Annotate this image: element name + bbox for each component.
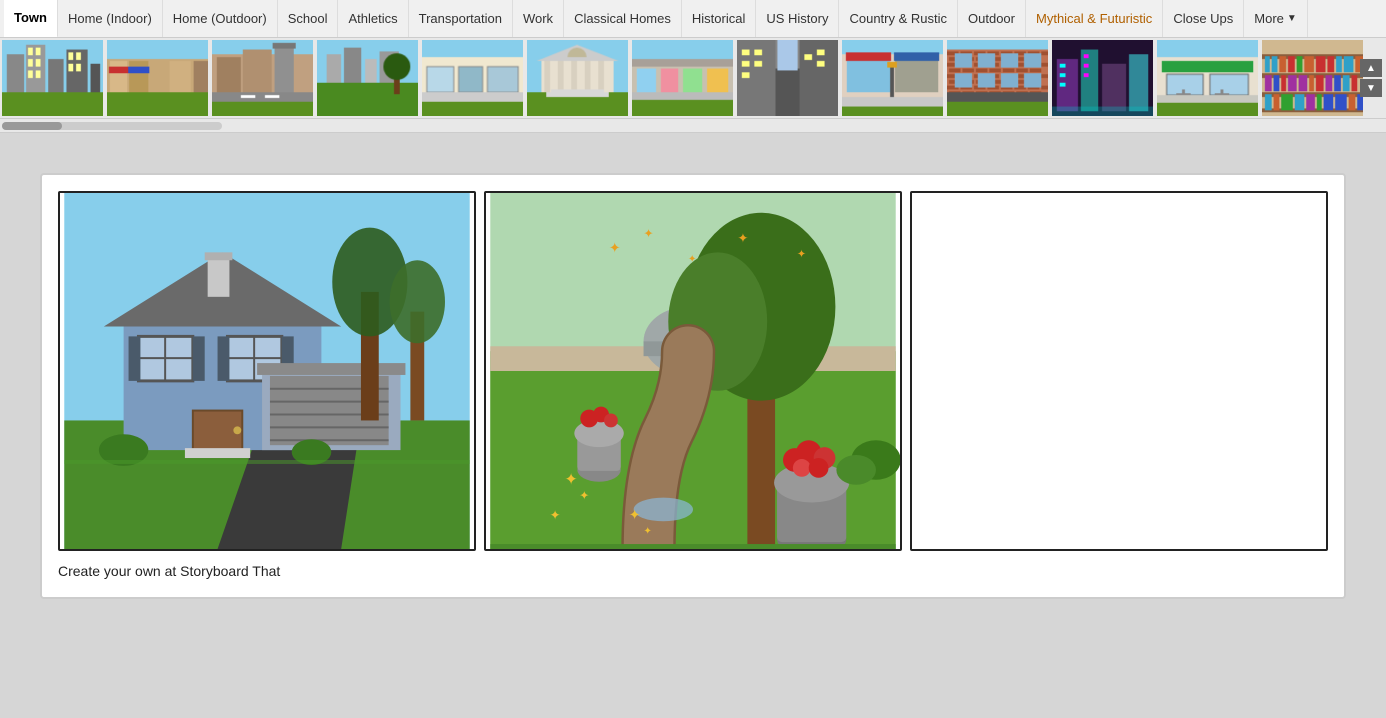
svg-text:✦: ✦ (738, 230, 749, 245)
storyboard-caption: Create your own at Storyboard That (58, 561, 1328, 581)
storyboard-cells: ✦ ✦ ✦ ✦ ✦ ✦ ✦ ✦ ✦ ✦ (58, 191, 1328, 551)
more-dropdown-arrow-icon: ▼ (1287, 13, 1297, 24)
nav-tab-home-indoor[interactable]: Home (Indoor) (58, 0, 163, 38)
thumbnail-7[interactable] (630, 38, 735, 118)
thumbnail-13[interactable] (1260, 38, 1365, 118)
thumbnail-4[interactable] (315, 38, 420, 118)
main-content: ✦ ✦ ✦ ✦ ✦ ✦ ✦ ✦ ✦ ✦ (0, 133, 1386, 663)
nav-tab-country-rustic[interactable]: Country & Rustic (839, 0, 958, 38)
navigation-bar: Town Home (Indoor) Home (Outdoor) School… (0, 0, 1386, 38)
thumbnail-1[interactable] (0, 38, 105, 118)
thumbnail-strip[interactable] (0, 38, 1386, 118)
svg-text:✦: ✦ (609, 239, 621, 255)
svg-text:✦: ✦ (629, 506, 641, 522)
nav-tab-athletics[interactable]: Athletics (338, 0, 408, 38)
storyboard-panel: ✦ ✦ ✦ ✦ ✦ ✦ ✦ ✦ ✦ ✦ (40, 173, 1346, 599)
scroll-down-button[interactable]: ▼ (1360, 79, 1382, 97)
horizontal-scrollbar[interactable] (0, 119, 1386, 133)
thumbnail-9[interactable] (840, 38, 945, 118)
thumbnail-strip-container: ▲ ▼ (0, 38, 1386, 119)
nav-tab-more[interactable]: More ▼ (1244, 0, 1308, 38)
scene1-svg (60, 193, 474, 549)
nav-tab-transportation[interactable]: Transportation (409, 0, 513, 38)
scrollbar-track (2, 122, 222, 130)
scrollbar-thumb[interactable] (2, 122, 62, 130)
thumbnail-3[interactable] (210, 38, 315, 118)
nav-tab-historical[interactable]: Historical (682, 0, 756, 38)
scene2-svg: ✦ ✦ ✦ ✦ ✦ ✦ ✦ ✦ ✦ ✦ (486, 193, 900, 549)
scroll-arrows: ▲ ▼ (1360, 59, 1382, 97)
svg-text:✦: ✦ (550, 507, 561, 522)
storyboard-cell-2[interactable]: ✦ ✦ ✦ ✦ ✦ ✦ ✦ ✦ ✦ ✦ (484, 191, 902, 551)
nav-tab-mythical-futuristic[interactable]: Mythical & Futuristic (1026, 0, 1163, 38)
nav-tab-work[interactable]: Work (513, 0, 564, 38)
svg-text:✦: ✦ (644, 526, 652, 537)
storyboard-cell-3[interactable] (910, 191, 1328, 551)
svg-text:✦: ✦ (688, 254, 696, 265)
storyboard-cell-1[interactable] (58, 191, 476, 551)
svg-text:✦: ✦ (579, 489, 589, 503)
thumbnail-11[interactable] (1050, 38, 1155, 118)
nav-tab-us-history[interactable]: US History (756, 0, 839, 38)
svg-text:✦: ✦ (797, 248, 806, 260)
nav-tab-outdoor[interactable]: Outdoor (958, 0, 1026, 38)
nav-tab-close-ups[interactable]: Close Ups (1163, 0, 1244, 38)
thumbnail-12[interactable] (1155, 38, 1260, 118)
thumbnail-10[interactable] (945, 38, 1050, 118)
nav-tab-classical-homes[interactable]: Classical Homes (564, 0, 682, 38)
nav-tab-school[interactable]: School (278, 0, 339, 38)
svg-text:✦: ✦ (564, 472, 577, 489)
nav-tab-home-outdoor[interactable]: Home (Outdoor) (163, 0, 278, 38)
svg-text:✦: ✦ (644, 227, 654, 241)
thumbnail-5[interactable] (420, 38, 525, 118)
thumbnail-6[interactable] (525, 38, 630, 118)
thumbnail-2[interactable] (105, 38, 210, 118)
nav-tab-town[interactable]: Town (4, 0, 58, 38)
scroll-up-button[interactable]: ▲ (1360, 59, 1382, 77)
thumbnail-8[interactable] (735, 38, 840, 118)
